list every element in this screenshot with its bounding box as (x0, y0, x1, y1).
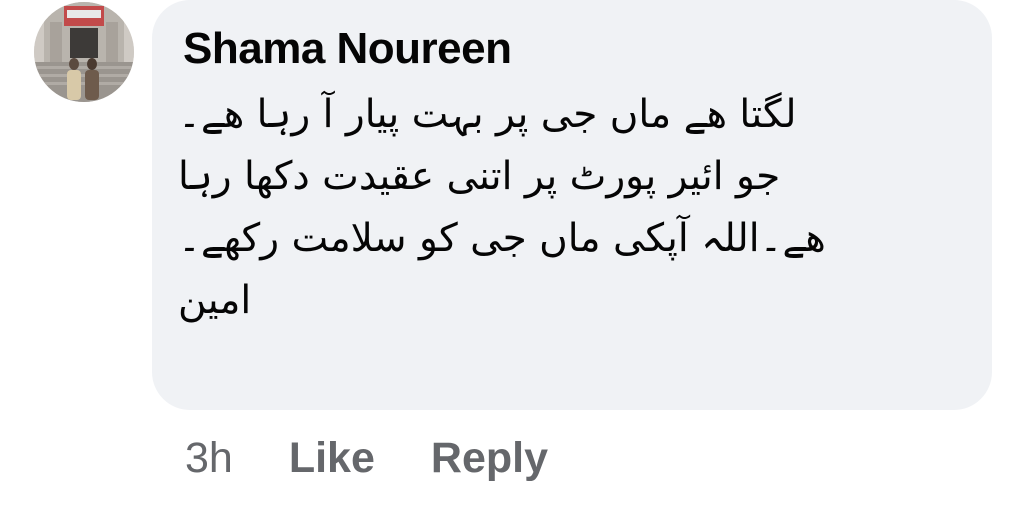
comment-text-line: لگتا ھے ماں جی پر بہت پیار آ رہا ھے۔ (178, 92, 797, 137)
comment-text: لگتا ھے ماں جی پر بہت پیار آ رہا ھے۔ جو … (178, 84, 918, 332)
like-button[interactable]: Like (289, 434, 375, 483)
comment-author[interactable]: Shama Noureen (183, 24, 512, 74)
comment-timestamp[interactable]: 3h (185, 434, 233, 483)
profile-photo-icon (34, 2, 134, 102)
avatar[interactable] (34, 2, 134, 102)
comment-text-line: جو ائیر پورٹ پر اتنی عقیدت دکھا رہا (178, 154, 781, 199)
comment-actions: 3h Like Reply (185, 428, 548, 488)
comment-text-line: امین (178, 278, 252, 323)
comment-text-line: ھے۔اللہ آپکی ماں جی کو سلامت رکھے۔ (178, 216, 826, 261)
reply-button[interactable]: Reply (431, 434, 548, 483)
